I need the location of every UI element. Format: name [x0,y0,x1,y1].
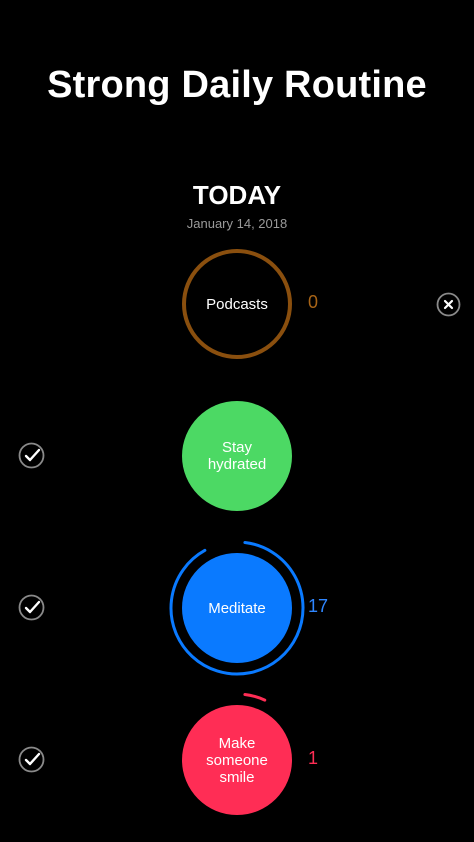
habit-count: 1 [308,748,319,768]
habit-row-stay-hydrated: Stay hydrated [0,376,474,536]
page-title: Strong Daily Routine [47,64,427,106]
habit-label: Podcasts [206,295,268,313]
check-icon[interactable] [18,442,45,469]
day-label: TODAY [192,180,282,210]
habit-label: Make someone smile [206,734,268,786]
habit-count: 17 [308,596,329,616]
habit-circle-make-someone-smile[interactable]: Make someone smile [182,705,292,815]
habit-circle-meditate[interactable]: Meditate [182,553,292,663]
habit-count: 0 [308,292,319,312]
habit-row-podcasts: Podcasts 0 [0,224,474,384]
habit-row-make-someone-smile: Make someone smile 1 [0,680,474,840]
check-icon[interactable] [18,594,45,621]
habit-row-meditate: Meditate 17 [0,528,474,688]
habit-label: Meditate [208,599,266,617]
habit-circle-stay-hydrated[interactable]: Stay hydrated [182,401,292,511]
habit-label: Stay hydrated [207,439,267,473]
habit-circle-podcasts[interactable]: Podcasts [182,249,292,359]
check-icon[interactable] [18,746,45,773]
remove-icon[interactable] [436,292,461,317]
